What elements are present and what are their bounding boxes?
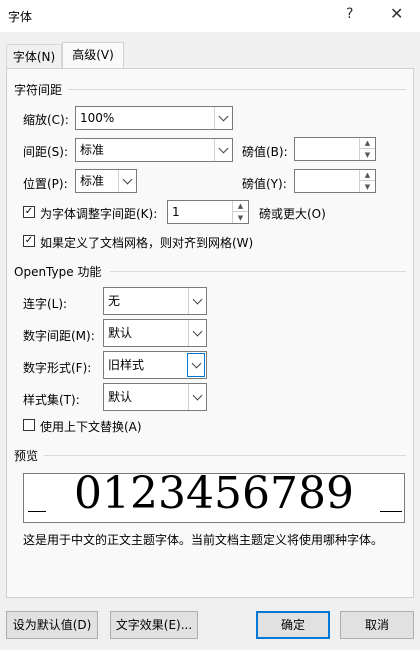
kerning-checkbox[interactable]: ✓ <box>23 206 35 218</box>
set-default-button[interactable]: 设为默认值(D) <box>6 611 98 639</box>
chevron-down-icon[interactable] <box>188 384 206 410</box>
tab-advanced[interactable]: 高级(V) <box>62 42 124 68</box>
chevron-down-icon[interactable] <box>214 139 232 161</box>
chevron-down-icon[interactable] <box>188 320 206 346</box>
baseline-right <box>380 511 402 512</box>
scale-label: 缩放(C): <box>23 113 69 127</box>
close-icon[interactable]: ✕ <box>390 4 403 23</box>
kerning-label: 为字体调整字间距(K): <box>40 207 158 221</box>
preview-header: 预览 <box>14 449 39 463</box>
chevron-down-icon[interactable] <box>118 170 136 192</box>
preview-box: 0123456789 <box>23 473 405 523</box>
spacing-combo[interactable]: 标准 <box>75 138 233 162</box>
position-combo[interactable]: 标准 <box>75 169 137 193</box>
kerning-value: 1 <box>172 205 180 219</box>
divider <box>68 89 406 90</box>
spin-up-icon[interactable]: ▲ <box>233 201 248 212</box>
chevron-down-icon[interactable] <box>187 353 205 377</box>
spacing-value: 标准 <box>80 143 105 157</box>
preview-description: 这是用于中文的正文主题字体。当前文档主题定义将使用哪种字体。 <box>23 533 384 547</box>
cancel-button[interactable]: 取消 <box>340 611 414 639</box>
ligatures-combo[interactable]: 无 <box>103 287 207 315</box>
spin-down-icon[interactable]: ▼ <box>360 149 375 160</box>
kerning-suffix: 磅或更大(O) <box>259 207 326 221</box>
contextual-alternates-label: 使用上下文替换(A) <box>40 420 142 434</box>
number-spacing-value: 默认 <box>108 326 133 340</box>
check-icon: ✓ <box>24 206 34 217</box>
spin-down-icon[interactable]: ▼ <box>233 212 248 223</box>
check-icon: ✓ <box>24 235 34 246</box>
spin-down-icon[interactable]: ▼ <box>360 181 375 192</box>
title-bar <box>0 0 420 32</box>
number-forms-combo[interactable]: 旧样式 <box>103 351 207 379</box>
chevron-down-icon[interactable] <box>214 107 232 129</box>
position-by-label: 磅值(Y): <box>242 177 287 191</box>
position-label: 位置(P): <box>23 177 68 191</box>
char-spacing-header: 字符间距 <box>14 83 63 97</box>
dialog-title: 字体 <box>8 10 33 24</box>
number-spacing-label: 数字间距(M): <box>23 329 95 343</box>
text-effects-button[interactable]: 文字效果(E)... <box>110 611 198 639</box>
number-forms-value: 旧样式 <box>108 358 145 372</box>
scale-value: 100% <box>80 111 115 125</box>
help-icon[interactable]: ? <box>346 6 353 22</box>
tab-font[interactable]: 字体(N) <box>6 44 62 68</box>
ok-button[interactable]: 确定 <box>256 611 330 639</box>
baseline-left <box>28 511 46 512</box>
chevron-down-icon[interactable] <box>188 288 206 314</box>
stylistic-sets-combo[interactable]: 默认 <box>103 383 207 411</box>
number-spacing-combo[interactable]: 默认 <box>103 319 207 347</box>
position-value: 标准 <box>80 174 105 188</box>
number-forms-label: 数字形式(F): <box>23 361 92 375</box>
preview-sample: 0123456789 <box>74 473 354 519</box>
ligatures-value: 无 <box>108 294 121 308</box>
scale-combo[interactable]: 100% <box>75 106 233 130</box>
position-by-spinner[interactable]: ▲ ▼ <box>294 169 376 193</box>
ligatures-label: 连字(L): <box>23 297 68 311</box>
divider <box>110 271 406 272</box>
snap-grid-label: 如果定义了文档网格，则对齐到网格(W) <box>40 236 254 250</box>
spacing-label: 间距(S): <box>23 145 69 159</box>
spacing-by-label: 磅值(B): <box>242 145 288 159</box>
spacing-by-spinner[interactable]: ▲ ▼ <box>294 137 376 161</box>
snap-grid-checkbox[interactable]: ✓ <box>23 235 35 247</box>
kerning-spinner[interactable]: 1 ▲ ▼ <box>167 200 249 224</box>
stylistic-sets-value: 默认 <box>108 390 133 404</box>
opentype-header: OpenType 功能 <box>14 265 102 279</box>
spin-up-icon[interactable]: ▲ <box>360 170 375 181</box>
divider <box>44 455 406 456</box>
contextual-alternates-checkbox[interactable] <box>23 419 35 431</box>
stylistic-sets-label: 样式集(T): <box>23 393 80 407</box>
spin-up-icon[interactable]: ▲ <box>360 138 375 149</box>
